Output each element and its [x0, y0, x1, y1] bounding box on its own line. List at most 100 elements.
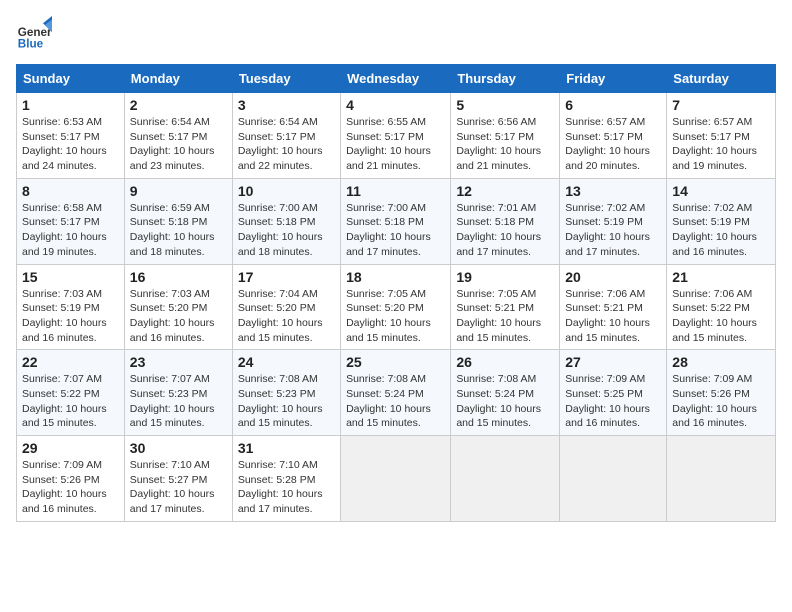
day-number: 3 [238, 97, 335, 113]
calendar-cell: 8 Sunrise: 6:58 AM Sunset: 5:17 PM Daylig… [17, 178, 125, 264]
calendar-week-5: 29Sunrise: 7:09 AM Sunset: 5:26 PM Dayli… [17, 436, 776, 522]
day-info: Sunrise: 7:09 AM Sunset: 5:26 PM Dayligh… [672, 372, 770, 431]
day-number: 22 [22, 354, 119, 370]
calendar-cell: 31 Sunrise: 7:10 AM Sunset: 5:28 PM Dayli… [232, 436, 340, 522]
day-number: 8 [22, 183, 119, 199]
calendar-cell: 29Sunrise: 7:09 AM Sunset: 5:26 PM Dayli… [17, 436, 125, 522]
day-info: Sunrise: 7:08 AM Sunset: 5:24 PM Dayligh… [456, 372, 554, 431]
day-info: Sunrise: 6:57 AM Sunset: 5:17 PM Dayligh… [672, 115, 770, 174]
calendar-cell: 21 Sunrise: 7:06 AM Sunset: 5:22 PM Dayli… [667, 264, 776, 350]
day-info: Sunrise: 6:54 AM Sunset: 5:17 PM Dayligh… [238, 115, 335, 174]
calendar-cell: 15Sunrise: 7:03 AM Sunset: 5:19 PM Dayli… [17, 264, 125, 350]
calendar-week-3: 15Sunrise: 7:03 AM Sunset: 5:19 PM Dayli… [17, 264, 776, 350]
day-number: 26 [456, 354, 554, 370]
day-info: Sunrise: 7:05 AM Sunset: 5:20 PM Dayligh… [346, 287, 445, 346]
day-number: 11 [346, 183, 445, 199]
logo: General Blue [16, 16, 52, 52]
day-number: 9 [130, 183, 227, 199]
day-number: 25 [346, 354, 445, 370]
calendar-cell: 11Sunrise: 7:00 AM Sunset: 5:18 PM Dayli… [341, 178, 451, 264]
calendar-cell [560, 436, 667, 522]
day-info: Sunrise: 7:02 AM Sunset: 5:19 PM Dayligh… [672, 201, 770, 260]
calendar-cell: 9 Sunrise: 6:59 AM Sunset: 5:18 PM Daylig… [124, 178, 232, 264]
day-info: Sunrise: 7:02 AM Sunset: 5:19 PM Dayligh… [565, 201, 661, 260]
calendar-cell: 20 Sunrise: 7:06 AM Sunset: 5:21 PM Dayli… [560, 264, 667, 350]
day-number: 18 [346, 269, 445, 285]
day-number: 17 [238, 269, 335, 285]
calendar-cell: 17 Sunrise: 7:04 AM Sunset: 5:20 PM Dayli… [232, 264, 340, 350]
calendar-cell: 2Sunrise: 6:54 AM Sunset: 5:17 PM Daylig… [124, 93, 232, 179]
day-info: Sunrise: 7:10 AM Sunset: 5:27 PM Dayligh… [130, 458, 227, 517]
calendar-cell: 12Sunrise: 7:01 AM Sunset: 5:18 PM Dayli… [451, 178, 560, 264]
calendar-cell: 22 Sunrise: 7:07 AM Sunset: 5:22 PM Dayli… [17, 350, 125, 436]
day-number: 24 [238, 354, 335, 370]
day-number: 21 [672, 269, 770, 285]
day-number: 19 [456, 269, 554, 285]
day-info: Sunrise: 6:59 AM Sunset: 5:18 PM Dayligh… [130, 201, 227, 260]
page-header: General Blue [16, 16, 776, 52]
calendar-cell: 3 Sunrise: 6:54 AM Sunset: 5:17 PM Daylig… [232, 93, 340, 179]
day-info: Sunrise: 7:09 AM Sunset: 5:26 PM Dayligh… [22, 458, 119, 517]
day-number: 12 [456, 183, 554, 199]
day-number: 16 [130, 269, 227, 285]
day-number: 7 [672, 97, 770, 113]
calendar-cell: 5 Sunrise: 6:56 AM Sunset: 5:17 PM Daylig… [451, 93, 560, 179]
weekday-header-wednesday: Wednesday [341, 65, 451, 93]
day-info: Sunrise: 6:58 AM Sunset: 5:17 PM Dayligh… [22, 201, 119, 260]
calendar-cell [341, 436, 451, 522]
day-number: 27 [565, 354, 661, 370]
calendar-cell: 1Sunrise: 6:53 AM Sunset: 5:17 PM Daylig… [17, 93, 125, 179]
day-number: 28 [672, 354, 770, 370]
calendar-cell: 25 Sunrise: 7:08 AM Sunset: 5:24 PM Dayli… [341, 350, 451, 436]
day-info: Sunrise: 6:56 AM Sunset: 5:17 PM Dayligh… [456, 115, 554, 174]
weekday-header-row: SundayMondayTuesdayWednesdayThursdayFrid… [17, 65, 776, 93]
weekday-header-tuesday: Tuesday [232, 65, 340, 93]
day-number: 13 [565, 183, 661, 199]
day-info: Sunrise: 7:10 AM Sunset: 5:28 PM Dayligh… [238, 458, 335, 517]
day-info: Sunrise: 7:03 AM Sunset: 5:20 PM Dayligh… [130, 287, 227, 346]
svg-text:Blue: Blue [18, 38, 44, 51]
calendar-cell: 19 Sunrise: 7:05 AM Sunset: 5:21 PM Dayli… [451, 264, 560, 350]
day-info: Sunrise: 7:09 AM Sunset: 5:25 PM Dayligh… [565, 372, 661, 431]
calendar-cell [667, 436, 776, 522]
day-number: 6 [565, 97, 661, 113]
weekday-header-thursday: Thursday [451, 65, 560, 93]
day-info: Sunrise: 7:06 AM Sunset: 5:22 PM Dayligh… [672, 287, 770, 346]
day-info: Sunrise: 6:55 AM Sunset: 5:17 PM Dayligh… [346, 115, 445, 174]
calendar-cell: 7 Sunrise: 6:57 AM Sunset: 5:17 PM Daylig… [667, 93, 776, 179]
day-number: 31 [238, 440, 335, 456]
day-info: Sunrise: 7:00 AM Sunset: 5:18 PM Dayligh… [238, 201, 335, 260]
day-number: 23 [130, 354, 227, 370]
day-info: Sunrise: 7:07 AM Sunset: 5:22 PM Dayligh… [22, 372, 119, 431]
calendar-cell [451, 436, 560, 522]
day-info: Sunrise: 7:08 AM Sunset: 5:24 PM Dayligh… [346, 372, 445, 431]
calendar-cell: 13 Sunrise: 7:02 AM Sunset: 5:19 PM Dayli… [560, 178, 667, 264]
weekday-header-monday: Monday [124, 65, 232, 93]
day-number: 20 [565, 269, 661, 285]
logo-icon: General Blue [16, 16, 52, 52]
day-info: Sunrise: 7:04 AM Sunset: 5:20 PM Dayligh… [238, 287, 335, 346]
calendar-cell: 27 Sunrise: 7:09 AM Sunset: 5:25 PM Dayli… [560, 350, 667, 436]
calendar-week-2: 8 Sunrise: 6:58 AM Sunset: 5:17 PM Daylig… [17, 178, 776, 264]
calendar-table: SundayMondayTuesdayWednesdayThursdayFrid… [16, 64, 776, 522]
day-info: Sunrise: 7:08 AM Sunset: 5:23 PM Dayligh… [238, 372, 335, 431]
calendar-cell: 10Sunrise: 7:00 AM Sunset: 5:18 PM Dayli… [232, 178, 340, 264]
weekday-header-friday: Friday [560, 65, 667, 93]
calendar-week-1: 1Sunrise: 6:53 AM Sunset: 5:17 PM Daylig… [17, 93, 776, 179]
day-number: 2 [130, 97, 227, 113]
calendar-cell: 26 Sunrise: 7:08 AM Sunset: 5:24 PM Dayli… [451, 350, 560, 436]
day-number: 14 [672, 183, 770, 199]
day-number: 5 [456, 97, 554, 113]
day-number: 30 [130, 440, 227, 456]
day-number: 4 [346, 97, 445, 113]
day-info: Sunrise: 6:53 AM Sunset: 5:17 PM Dayligh… [22, 115, 119, 174]
calendar-cell: 24 Sunrise: 7:08 AM Sunset: 5:23 PM Dayli… [232, 350, 340, 436]
calendar-week-4: 22 Sunrise: 7:07 AM Sunset: 5:22 PM Dayli… [17, 350, 776, 436]
day-info: Sunrise: 7:06 AM Sunset: 5:21 PM Dayligh… [565, 287, 661, 346]
day-info: Sunrise: 7:05 AM Sunset: 5:21 PM Dayligh… [456, 287, 554, 346]
weekday-header-sunday: Sunday [17, 65, 125, 93]
calendar-cell: 4 Sunrise: 6:55 AM Sunset: 5:17 PM Daylig… [341, 93, 451, 179]
calendar-cell: 14 Sunrise: 7:02 AM Sunset: 5:19 PM Dayli… [667, 178, 776, 264]
day-number: 15 [22, 269, 119, 285]
day-info: Sunrise: 7:07 AM Sunset: 5:23 PM Dayligh… [130, 372, 227, 431]
